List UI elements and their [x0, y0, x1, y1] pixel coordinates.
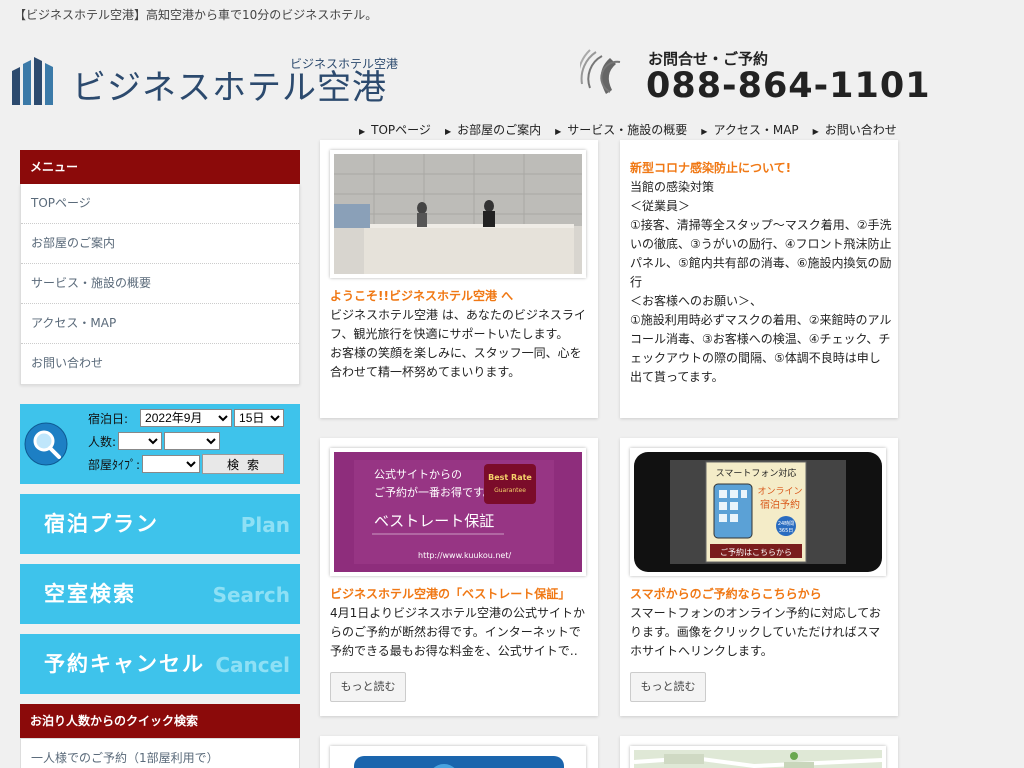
vacancy-search-en: Search — [212, 583, 290, 607]
best-rate-banner[interactable]: 公式サイトからの ご予約が一番お得です。 ベストレート保証 http://www… — [330, 448, 586, 576]
search-button[interactable]: 検索 — [202, 454, 285, 474]
smartphone-banner[interactable]: スマートフォン対応 オンライン 宿泊予約 24時間 365日 ご予約はこちらから — [630, 448, 886, 576]
smartphone-title[interactable]: スマポからのご予約ならこちらから — [630, 585, 822, 602]
reservation-search-box: 宿泊日: 2022年9月 15日 人数: 部屋ﾀｲﾌﾟ: 検索 — [20, 404, 300, 484]
sp-banner-head: スマートフォン対応 — [716, 467, 797, 479]
banner-text-line2: ご予約が一番お得です。 — [374, 485, 494, 499]
welcome-title[interactable]: ようこそ!!ビジネスホテル空港 へ — [330, 287, 513, 304]
smartphone-text: スマートフォンのオンライン予約に対応しております。画像をクリックしていただければ… — [630, 606, 881, 658]
best-rate-card: 公式サイトからの ご予約が一番お得です。 ベストレート保証 http://www… — [320, 438, 598, 716]
triangle-right-icon: ▶ — [359, 127, 366, 136]
topnav-item-access[interactable]: ▶ アクセス・MAP — [697, 121, 808, 138]
badge-text2: Guarantee — [494, 487, 526, 494]
sp-banner-badge2: 365日 — [779, 528, 794, 534]
stay-date-label: 宿泊日: — [88, 411, 129, 426]
best-rate-more-button[interactable]: もっと読む — [330, 672, 406, 702]
cancel-reservation-button[interactable]: 予約キャンセル Cancel — [20, 634, 300, 694]
people-select[interactable] — [118, 432, 163, 450]
building-logo-icon — [12, 57, 53, 105]
topnav-item-rooms[interactable]: ▶ お部屋のご案内 — [441, 121, 551, 138]
topnav-item-services[interactable]: ▶ サービス・施設の概要 — [551, 121, 697, 138]
welcome-card: ようこそ!!ビジネスホテル空港 へ ビジネスホテル空港 は、あなたのビジネスライ… — [320, 140, 598, 418]
banner-text-line1: 公式サイトからの — [374, 468, 462, 481]
sidebar-item-rooms[interactable]: お部屋のご案内 — [21, 224, 299, 264]
banner-url: http://www.kuukou.net/ — [418, 551, 511, 560]
topnav-label: お問い合わせ — [824, 123, 897, 137]
partial-card-left — [320, 736, 598, 768]
lobby-photo — [330, 150, 586, 278]
best-rate-title[interactable]: ビジネスホテル空港の「ベストレート保証」 — [330, 585, 570, 602]
triangle-right-icon: ▶ — [701, 127, 708, 136]
partial-card-right — [620, 736, 898, 768]
magnifier-icon — [24, 422, 68, 466]
site-logo[interactable]: ビジネスホテル空港 ビジネスホテル空港 — [10, 55, 425, 108]
sidebar-item-contact[interactable]: お問い合わせ — [21, 344, 299, 384]
vacancy-search-label: 空室検索 — [44, 582, 136, 606]
sp-banner-sub2: 宿泊予約 — [760, 498, 800, 511]
people-sub-select[interactable] — [164, 432, 221, 450]
topnav-item-top[interactable]: ▶ TOPページ — [355, 121, 441, 138]
cancel-reservation-en: Cancel — [215, 653, 290, 677]
topnav-item-contact[interactable]: ▶ お問い合わせ — [809, 121, 907, 138]
partial-card-right-map[interactable] — [630, 746, 886, 768]
plan-button[interactable]: 宿泊プラン Plan — [20, 494, 300, 554]
quick-search-heading: お泊り人数からのクイック検索 — [20, 704, 300, 738]
best-rate-text: 4月1日よりビジネスホテル空港の公式サイトからのご予約が断然お得です。インターネ… — [330, 606, 586, 658]
smartphone-card: スマートフォン対応 オンライン 宿泊予約 24時間 365日 ご予約はこちらから… — [620, 438, 898, 716]
partial-card-left-image[interactable] — [330, 746, 586, 768]
sp-banner-foot: ご予約はこちらから — [720, 547, 792, 557]
top-navigation: ▶ TOPページ ▶ お部屋のご案内 ▶ サービス・施設の概要 ▶ アクセス・MAP ▶… — [355, 121, 907, 138]
stay-day-select[interactable]: 15日 — [234, 409, 285, 427]
sidebar-item-services[interactable]: サービス・施設の概要 — [21, 264, 299, 304]
cancel-reservation-label: 予約キャンセル — [44, 652, 205, 676]
sidebar-menu-list: TOPページ お部屋のご案内 サービス・施設の概要 アクセス・MAP お問い合わ… — [20, 184, 300, 385]
banner-main-text: ベストレート保証 — [374, 512, 494, 530]
plan-button-en: Plan — [240, 513, 290, 537]
sidebar-menu-heading: メニュー — [20, 150, 300, 184]
stay-date-row: 宿泊日: 2022年9月 15日 — [88, 409, 285, 427]
topnav-label: TOPページ — [371, 123, 431, 137]
telephone-icon — [580, 49, 621, 94]
stay-month-select[interactable]: 2022年9月 — [140, 409, 233, 427]
badge-text1: Best Rate — [488, 473, 532, 482]
sidebar-menu: メニュー TOPページ お部屋のご案内 サービス・施設の概要 アクセス・MAP … — [20, 150, 300, 385]
vacancy-search-button[interactable]: 空室検索 Search — [20, 564, 300, 624]
covid-notice-text: 当館の感染対策 ＜従業員＞ ①接客、清掃等全スタップ～マスク着用、②手洗いの徹底… — [630, 180, 892, 384]
sp-banner-badge1: 24時間 — [778, 521, 794, 527]
quick-search-list: 一人様でのご予約（1部屋利用で） — [20, 738, 300, 768]
sp-banner-sub1: オンライン — [757, 486, 802, 497]
room-type-select[interactable] — [142, 455, 201, 473]
site-tagline: 【ビジネスホテル空港】高知空港から車で10分のビジネスホテル。 — [14, 8, 378, 22]
topnav-label: サービス・施設の概要 — [567, 123, 688, 137]
covid-notice-card: 新型コロナ感染防止について! 当館の感染対策 ＜従業員＞ ①接客、清掃等全スタッ… — [620, 140, 898, 418]
phone-number[interactable]: 088-864-1101 — [646, 66, 931, 106]
covid-notice-title: 新型コロナ感染防止について! — [630, 161, 792, 175]
welcome-text: ビジネスホテル空港 は、あなたのビジネスライフ、観光旅行を快適にサポートいたしま… — [330, 308, 586, 379]
contact-phone: お問合せ・ご予約 088-864-1101 — [580, 46, 940, 106]
sidebar-item-top[interactable]: TOPページ — [21, 184, 299, 224]
triangle-right-icon: ▶ — [555, 127, 562, 136]
sidebar-item-access[interactable]: アクセス・MAP — [21, 304, 299, 344]
room-type-row: 部屋ﾀｲﾌﾟ: 検索 — [88, 454, 285, 474]
topnav-label: アクセス・MAP — [713, 123, 799, 137]
topnav-label: お部屋のご案内 — [457, 123, 542, 137]
quick-search-item-single[interactable]: 一人様でのご予約（1部屋利用で） — [21, 739, 299, 768]
smartphone-more-button[interactable]: もっと読む — [630, 672, 706, 702]
people-row: 人数: — [88, 432, 221, 450]
people-label: 人数: — [88, 434, 117, 449]
triangle-right-icon: ▶ — [812, 127, 819, 136]
room-type-label: 部屋ﾀｲﾌﾟ: — [88, 457, 141, 472]
logo-name: ビジネスホテル空港 — [72, 68, 387, 108]
plan-button-label: 宿泊プラン — [44, 512, 159, 536]
triangle-right-icon: ▶ — [444, 127, 452, 136]
